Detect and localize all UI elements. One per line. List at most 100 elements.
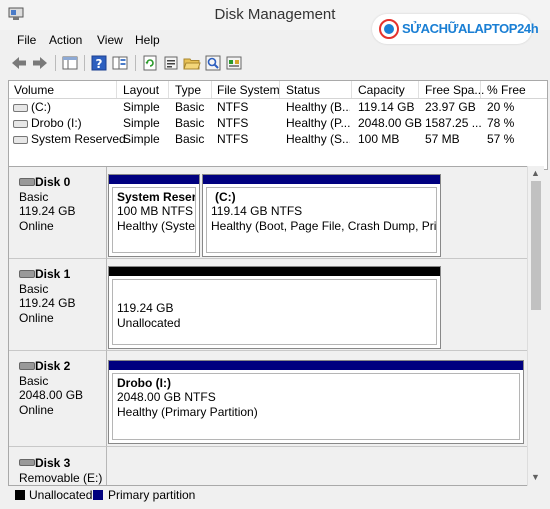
refresh-icon[interactable] (141, 54, 159, 72)
column-header-capacity[interactable]: Capacity (358, 83, 405, 97)
disk-name: Disk 1 (35, 267, 71, 281)
watermark-text: SỬACHỮALAPTOP24h (402, 21, 539, 36)
scroll-up-arrow-icon[interactable]: ▲ (531, 168, 540, 178)
volume-row[interactable]: (C:) Simple Basic NTFS Healthy (B... 119… (9, 99, 547, 115)
toolbar-separator (55, 55, 56, 71)
column-header-free-space[interactable]: Free Spa... (425, 83, 484, 97)
column-header-layout[interactable]: Layout (123, 83, 159, 97)
disk-0-partition-area: System Reserve 100 MB NTFS Healthy (Syst… (107, 167, 527, 259)
disk-3-label[interactable]: Disk 3 Removable (E:) (9, 447, 107, 485)
disk-2-partition-area: Drobo (I:) 2048.00 GB NTFS Healthy (Prim… (107, 351, 527, 447)
volume-icon (13, 136, 28, 144)
column-header-file-system[interactable]: File System (217, 83, 280, 97)
help-topics-icon[interactable] (111, 54, 129, 72)
column-divider[interactable] (351, 81, 352, 98)
column-divider[interactable] (418, 81, 419, 98)
partition-status: Healthy (Boot, Page File, Crash Dump, Pr… (211, 219, 437, 233)
volume-free-space: 1587.25 ... (425, 116, 482, 130)
volume-list: Volume Layout Type File System Status Ca… (8, 80, 548, 170)
volume-layout: Simple (123, 100, 160, 114)
volume-status: Healthy (B... (286, 100, 350, 114)
menu-file[interactable]: File (17, 33, 36, 47)
column-divider[interactable] (480, 81, 481, 98)
volume-file-system: NTFS (217, 116, 249, 130)
column-header-type[interactable]: Type (175, 83, 201, 97)
disk-status: Online (19, 311, 54, 325)
menu-help[interactable]: Help (135, 33, 160, 47)
volume-type: Basic (175, 116, 205, 130)
console-tree-icon[interactable] (61, 54, 79, 72)
partition-size: 2048.00 GB NTFS (117, 390, 216, 404)
disk-1-label[interactable]: Disk 1 Basic 119.24 GB Online (9, 259, 107, 351)
disk-type: Removable (E:) (19, 471, 103, 485)
primary-partition-legend-swatch (93, 490, 103, 500)
disk-1-partition-area: 119.24 GB Unallocated (107, 259, 527, 351)
disk-drive-icon (19, 270, 35, 278)
partition-size: 119.14 GB NTFS (211, 204, 303, 218)
partition-size: 119.24 GB (117, 301, 174, 315)
partition-details: 119.24 GB Unallocated (112, 279, 437, 345)
volume-free-space: 23.97 GB (425, 100, 476, 114)
disk-size: 119.24 GB (19, 296, 76, 310)
column-divider[interactable] (279, 81, 280, 98)
column-header-status[interactable]: Status (286, 83, 320, 97)
volume-percent-free: 57 % (487, 132, 515, 146)
partition-status: Healthy (System (117, 219, 196, 233)
disk-2-label[interactable]: Disk 2 Basic 2048.00 GB Online (9, 351, 107, 447)
volume-icon (13, 120, 28, 128)
volume-file-system: NTFS (217, 100, 249, 114)
volume-row[interactable]: Drobo (I:) Simple Basic NTFS Healthy (P.… (9, 115, 547, 131)
search-icon[interactable] (204, 54, 222, 72)
scroll-down-arrow-icon[interactable]: ▼ (531, 472, 540, 482)
volume-percent-free: 20 % (487, 100, 515, 114)
menu-view[interactable]: View (97, 33, 123, 47)
disk-3-partition-area (107, 447, 527, 485)
help-icon[interactable]: ? (90, 54, 108, 72)
primary-partition-bar (203, 175, 440, 184)
disk-0-label[interactable]: Disk 0 Basic 119.24 GB Online (9, 167, 107, 259)
volume-layout: Simple (123, 132, 160, 146)
check-disk-icon[interactable] (225, 54, 243, 72)
scrollbar-thumb[interactable] (531, 181, 541, 310)
properties-icon[interactable] (162, 54, 180, 72)
open-folder-icon[interactable] (183, 54, 201, 72)
volume-name: Drobo (I:) (31, 116, 82, 130)
watermark-logo: SỬACHỮALAPTOP24h (372, 14, 539, 44)
primary-partition-bar (109, 175, 199, 184)
column-divider[interactable] (211, 81, 212, 98)
partition-c-drive[interactable]: (C:) 119.14 GB NTFS Healthy (Boot, Page … (202, 174, 441, 257)
disk-drive-icon (19, 362, 35, 370)
toolbar-separator (84, 55, 85, 71)
disk-name: Disk 0 (35, 175, 71, 189)
partition-details: Drobo (I:) 2048.00 GB NTFS Healthy (Prim… (112, 373, 520, 440)
toolbar-separator (135, 55, 136, 71)
partition-status: Healthy (Primary Partition) (117, 405, 258, 419)
volume-percent-free: 78 % (487, 116, 515, 130)
column-header-percent-free[interactable]: % Free (487, 83, 526, 97)
partition-name: System Reserve (117, 190, 196, 204)
volume-row[interactable]: System Reserved Simple Basic NTFS Health… (9, 131, 547, 147)
graphical-view-scrollbar[interactable]: ▲ ▼ (527, 166, 544, 486)
column-divider[interactable] (168, 81, 169, 98)
partition-unallocated[interactable]: 119.24 GB Unallocated (108, 266, 441, 349)
partition-details: (C:) 119.14 GB NTFS Healthy (Boot, Page … (206, 187, 437, 253)
svg-text:?: ? (96, 57, 103, 71)
removable-drive-icon (19, 459, 35, 466)
partition-status: Unallocated (117, 316, 181, 330)
forward-arrow-icon[interactable] (31, 54, 49, 72)
partition-drobo[interactable]: Drobo (I:) 2048.00 GB NTFS Healthy (Prim… (108, 360, 524, 444)
primary-partition-bar (109, 361, 523, 370)
partition-system-reserved[interactable]: System Reserve 100 MB NTFS Healthy (Syst… (108, 174, 200, 257)
unallocated-bar (109, 267, 440, 276)
menu-action[interactable]: Action (49, 33, 82, 47)
primary-partition-legend-label: Primary partition (108, 488, 196, 502)
toolbar: ? (0, 51, 550, 75)
volume-free-space: 57 MB (425, 132, 460, 146)
volume-icon (13, 104, 28, 112)
volume-capacity: 2048.00 GB (358, 116, 423, 130)
column-divider[interactable] (116, 81, 117, 98)
disk-drive-icon (19, 178, 35, 186)
volume-name: System Reserved (31, 132, 126, 146)
back-arrow-icon[interactable] (10, 54, 28, 72)
column-header-volume[interactable]: Volume (14, 83, 54, 97)
